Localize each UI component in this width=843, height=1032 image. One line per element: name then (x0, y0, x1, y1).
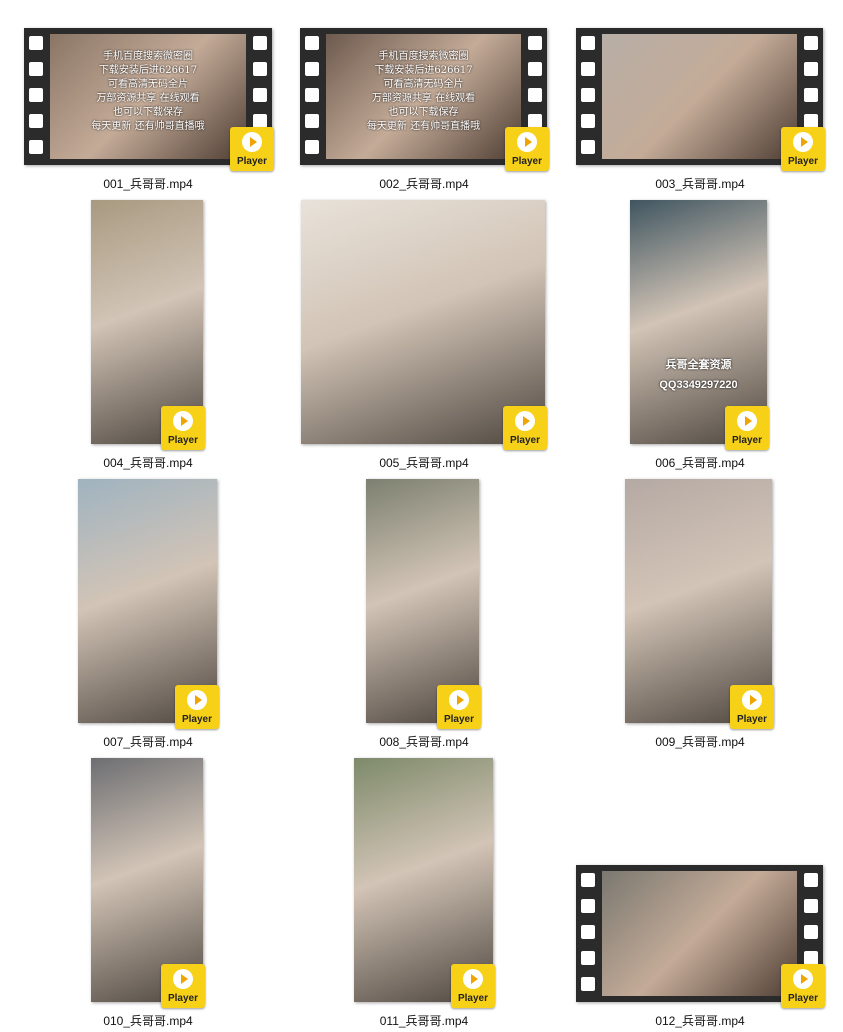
player-label: Player (236, 156, 268, 167)
player-badge: Player (451, 964, 495, 1008)
film-sprocket-hole (804, 114, 818, 128)
film-sprocket-hole (581, 977, 595, 991)
film-sprocket-hole (305, 36, 319, 50)
file-name[interactable]: 004_兵哥哥.mp4 (38, 454, 258, 471)
player-label: Player (181, 714, 213, 725)
player-label: Player (509, 435, 541, 446)
film-sprocket-hole (581, 62, 595, 76)
player-label: Player (167, 993, 199, 1004)
file-name[interactable]: 003_兵哥哥.mp4 (590, 175, 810, 192)
film-sprocket-hole (581, 951, 595, 965)
play-icon (187, 690, 207, 710)
player-badge: Player (781, 964, 825, 1008)
file-name[interactable]: 012_兵哥哥.mp4 (590, 1012, 810, 1029)
player-badge: Player (730, 685, 774, 729)
film-sprocket-hole (29, 36, 43, 50)
watermark-text: 手机百度搜索微密圈 下载安装后进626617 可看高清无码全片万部资源共享 在线观看… (300, 50, 547, 134)
player-badge: Player (725, 406, 769, 450)
watermark-line: 可看高清无码全片 (383, 79, 464, 90)
play-icon (449, 690, 469, 710)
watermark-line: 也可以下载保存 (388, 107, 459, 118)
player-badge: Player (505, 127, 549, 171)
film-sprocket-hole (581, 873, 595, 887)
watermark-line: 万部资源共享 在线观看 (371, 93, 476, 104)
player-badge: Player (161, 964, 205, 1008)
film-sprocket-hole (804, 62, 818, 76)
file-name[interactable]: 006_兵哥哥.mp4 (590, 454, 810, 471)
file-name[interactable]: 005_兵哥哥.mp4 (314, 454, 534, 471)
film-sprocket-hole (581, 36, 595, 50)
player-label: Player (731, 435, 763, 446)
play-icon (517, 132, 537, 152)
film-sprocket-hole (804, 873, 818, 887)
watermark-line: 可看高清无码全片 (108, 79, 188, 90)
film-sprocket-hole (581, 88, 595, 102)
player-badge: Player (161, 406, 205, 450)
player-badge: Player (437, 685, 481, 729)
file-name[interactable]: 008_兵哥哥.mp4 (314, 733, 534, 750)
player-badge: Player (175, 685, 219, 729)
watermark-line: 兵哥全套资源 (665, 359, 732, 371)
play-icon (737, 411, 757, 431)
film-sprocket-hole (581, 114, 595, 128)
film-sprocket-hole (305, 140, 319, 154)
film-sprocket-hole (581, 925, 595, 939)
file-name[interactable]: 010_兵哥哥.mp4 (38, 1012, 258, 1029)
play-icon (742, 690, 762, 710)
player-label: Player (457, 993, 489, 1004)
player-label: Player (511, 156, 543, 167)
watermark-line: 万部资源共享 在线观看 (96, 93, 200, 104)
player-badge: Player (781, 127, 825, 171)
file-name[interactable]: 007_兵哥哥.mp4 (38, 733, 258, 750)
play-icon (515, 411, 535, 431)
watermark-line: 下载安装后进626617 (98, 65, 198, 76)
play-icon (173, 969, 193, 989)
watermark-text: 手机百度搜索微密圈 下载安装后进626617 可看高清无码全片万部资源共享 在线观看… (24, 50, 272, 134)
player-badge: Player (503, 406, 547, 450)
player-label: Player (167, 435, 199, 446)
file-name[interactable]: 001_兵哥哥.mp4 (38, 175, 258, 192)
play-icon (173, 411, 193, 431)
file-name[interactable]: 009_兵哥哥.mp4 (590, 733, 810, 750)
film-sprocket-hole (804, 36, 818, 50)
watermark-line: 也可以下载保存 (113, 107, 183, 118)
film-sprocket-hole (253, 36, 267, 50)
film-sprocket-hole (581, 140, 595, 154)
play-icon (793, 132, 813, 152)
film-sprocket-hole (581, 899, 595, 913)
player-label: Player (787, 156, 819, 167)
film-sprocket-hole (804, 88, 818, 102)
player-label: Player (787, 993, 819, 1004)
watermark-line: 手机百度搜索微密圈 (378, 51, 469, 62)
player-label: Player (443, 714, 475, 725)
play-icon (793, 969, 813, 989)
watermark-line: 下载安装后进626617 (374, 65, 473, 76)
watermark-text: 兵哥全套资源 QQ3349297220 (630, 355, 767, 395)
play-icon (463, 969, 483, 989)
film-sprocket-hole (29, 140, 43, 154)
watermark-line: QQ3349297220 (659, 379, 738, 391)
file-name[interactable]: 011_兵哥哥.mp4 (314, 1012, 534, 1029)
film-sprocket-hole (804, 925, 818, 939)
video-frame (602, 34, 797, 159)
film-sprocket-hole (804, 951, 818, 965)
play-icon (242, 132, 262, 152)
player-badge: Player (230, 127, 274, 171)
player-label: Player (736, 714, 768, 725)
watermark-line: 手机百度搜索微密圈 (103, 51, 193, 62)
video-frame (602, 871, 797, 996)
file-name[interactable]: 002_兵哥哥.mp4 (314, 175, 534, 192)
film-sprocket-hole (528, 36, 542, 50)
film-sprocket-hole (804, 899, 818, 913)
